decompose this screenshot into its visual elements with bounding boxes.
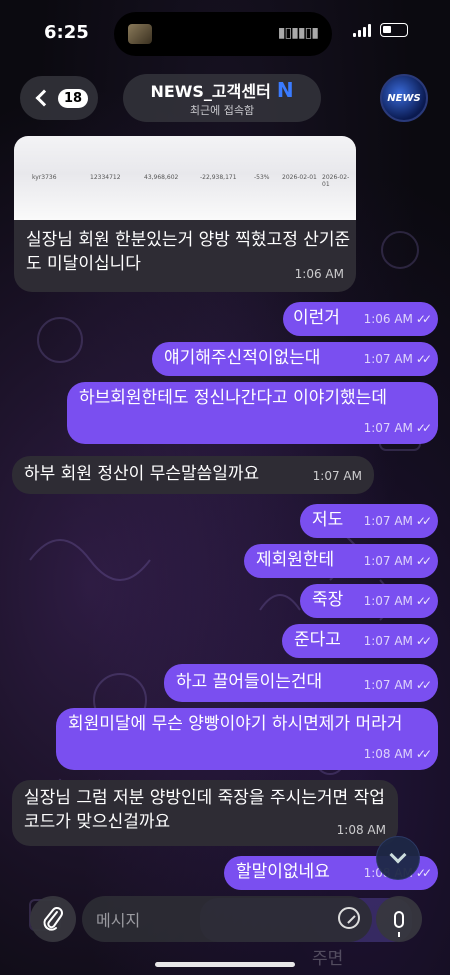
verified-n-icon: N — [276, 78, 294, 102]
message-meta: 1:07 AM ✓✓ — [363, 589, 432, 613]
chat-title: NEWS_고객센터 — [150, 82, 271, 101]
message-input-placeholder: 메시지 — [96, 911, 141, 930]
double-check-icon: ✓✓ — [415, 554, 432, 568]
message-outgoing[interactable]: 하고 끌어들이는건대 1:07 AM ✓✓ — [164, 664, 438, 702]
image-cell: 2026-02-01 — [322, 174, 350, 188]
message-time: 1:07 AM — [363, 678, 413, 692]
double-check-icon: ✓✓ — [415, 747, 432, 761]
cellular-signal-icon — [353, 24, 371, 37]
message-meta: 1:07 AM ✓✓ — [363, 509, 432, 533]
back-button[interactable]: 18 — [20, 76, 98, 120]
double-check-icon: ✓✓ — [415, 514, 432, 528]
message-time: 1:07 AM — [363, 421, 413, 435]
last-seen-status: 최근에 접속함 — [189, 104, 255, 117]
chevron-down-icon — [389, 846, 407, 864]
message-meta: 1:07 AM ✓✓ — [363, 347, 432, 371]
message-incoming[interactable]: 하부 회원 정산이 무슨말씀일까요 1:07 AM — [12, 456, 374, 494]
image-cell: 12334712 — [90, 174, 121, 181]
avatar-logo-text: NEWS — [387, 92, 421, 104]
message-text: 죽장 — [312, 590, 344, 610]
message-meta: 1:07 AM ✓✓ — [363, 416, 432, 440]
message-text: 하브회원한테도 정신나간다고 이야기했는데 — [79, 388, 387, 408]
home-indicator — [155, 962, 295, 967]
double-check-icon: ✓✓ — [415, 352, 432, 366]
message-text: 제회원한테 — [256, 550, 335, 570]
unread-count-badge: 18 — [58, 88, 89, 108]
message-outgoing[interactable]: 회원미달에 무슨 양빵이야기 하시면제가 머라거 1:08 AM ✓✓ — [56, 708, 438, 770]
message-text: 이런거 — [293, 308, 340, 328]
double-check-icon: ✓✓ — [415, 312, 432, 326]
message-time: 1:07 AM — [363, 514, 413, 528]
microphone-icon — [394, 910, 404, 937]
message-incoming[interactable]: 실장님 그럼 저분 양방인데 죽장을 주시는거면 작업코드가 맞으신걸까요 1:… — [12, 780, 398, 846]
double-check-icon: ✓✓ — [415, 594, 432, 608]
chat-title-pill[interactable]: NEWS_고객센터 N 최근에 접속함 — [123, 74, 321, 122]
message-meta: 1:07 AM ✓✓ — [363, 629, 432, 653]
message-meta: 1:07 AM ✓✓ — [363, 673, 432, 697]
message-text: 할말이없네요 — [236, 862, 330, 882]
double-check-icon: ✓✓ — [415, 421, 432, 435]
message-input[interactable]: 메시지 — [82, 896, 372, 942]
voice-message-button[interactable] — [376, 896, 422, 942]
double-check-icon: ✓✓ — [415, 678, 432, 692]
message-outgoing[interactable]: 이런거 1:06 AM ✓✓ — [283, 302, 438, 336]
message-time: 1:07 AM — [363, 634, 413, 648]
message-time: 1:06 AM — [294, 267, 344, 281]
chevron-left-icon — [35, 89, 53, 107]
image-cell: -53% — [254, 174, 270, 181]
message-text: 저도 — [312, 510, 344, 530]
now-playing-artwork — [128, 24, 152, 44]
message-time: 1:08 AM — [363, 747, 413, 761]
paperclip-icon — [43, 907, 63, 931]
message-incoming[interactable]: 실장님 회원 한분있는거 양방 찍혔고정 산기준도 미달이십니다 1:06 AM — [14, 220, 356, 292]
message-text: 얘기해주신적이없는대 — [164, 348, 321, 368]
message-time: 1:07 AM — [363, 352, 413, 366]
status-bar: 6:25 ▮▯▮▮▯▮ — [0, 0, 450, 64]
message-text: 준다고 — [294, 630, 341, 650]
chat-avatar[interactable]: NEWS — [380, 74, 428, 122]
sticker-icon[interactable] — [338, 907, 360, 929]
battery-icon — [380, 23, 408, 37]
image-attachment[interactable]: kyr3736 12334712 43,968,602 -22,938,171 … — [14, 136, 356, 220]
status-time: 6:25 — [44, 22, 89, 43]
message-text: 하고 끌어들이는건대 — [176, 672, 323, 692]
message-meta: 1:08 AM✓✓ — [363, 742, 432, 766]
message-text: 하부 회원 정산이 무슨말씀일까요 — [24, 464, 260, 484]
message-outgoing[interactable]: 얘기해주신적이없는대 1:07 AM ✓✓ — [152, 342, 438, 376]
image-cell: kyr3736 — [32, 174, 57, 181]
blurred-text: 주면 — [312, 949, 344, 969]
message-outgoing[interactable]: 죽장 1:07 AM ✓✓ — [300, 584, 438, 618]
message-meta: 1:07 AM ✓✓ — [363, 549, 432, 573]
image-cell: 43,968,602 — [144, 174, 179, 181]
attach-button[interactable] — [30, 896, 76, 942]
double-check-icon: ✓✓ — [415, 634, 432, 648]
message-time: 1:08 AM — [336, 823, 386, 837]
dynamic-island: ▮▯▮▮▯▮ — [114, 12, 332, 56]
message-outgoing[interactable]: 하브회원한테도 정신나간다고 이야기했는데 1:07 AM ✓✓ — [67, 382, 438, 444]
image-cell: 2026-02-01 — [282, 174, 317, 181]
message-outgoing[interactable]: 저도 1:07 AM ✓✓ — [300, 504, 438, 538]
message-time: 1:06 AM — [363, 312, 413, 326]
scroll-to-bottom-button[interactable] — [376, 836, 420, 880]
message-outgoing[interactable]: 준다고 1:07 AM ✓✓ — [282, 624, 438, 658]
message-meta: 1:06 AM ✓✓ — [363, 307, 432, 331]
message-time: 1:07 AM — [363, 554, 413, 568]
audio-wave-icon: ▮▯▮▮▯▮ — [277, 25, 319, 41]
message-text: 회원미달에 무슨 양빵이야기 하시면제가 머라거 — [68, 714, 403, 734]
message-time: 1:07 AM — [312, 469, 362, 483]
message-time: 1:07 AM — [363, 594, 413, 608]
image-cell: -22,938,171 — [200, 174, 237, 181]
message-outgoing[interactable]: 제회원한테 1:07 AM ✓✓ — [244, 544, 438, 578]
